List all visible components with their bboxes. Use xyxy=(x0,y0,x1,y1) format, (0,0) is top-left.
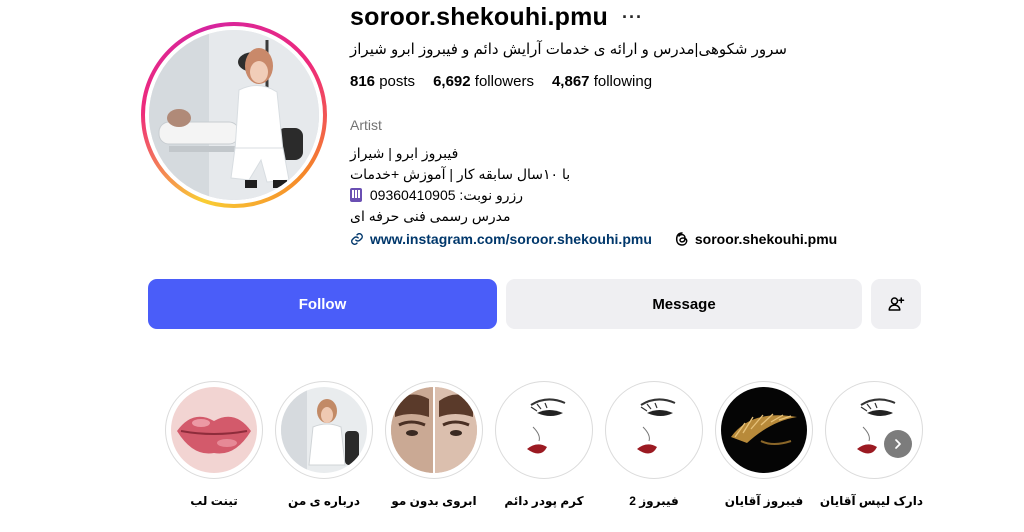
website-link[interactable]: www.instagram.com/soroor.shekouhi.pmu xyxy=(350,231,652,247)
avatar-photo xyxy=(149,30,319,200)
full-name: سرور شکوهی|مدرس و ارائه ی خدمات آرایش دا… xyxy=(350,41,787,58)
highlight-cover xyxy=(831,387,917,473)
face-sketch-icon xyxy=(831,387,917,473)
highlight-label: فیبروز 2 xyxy=(629,494,679,508)
highlight-label: تینت لب xyxy=(190,494,238,508)
phone-emoji-icon xyxy=(350,188,362,202)
more-options-icon[interactable]: ··· xyxy=(622,7,643,28)
highlight-item[interactable]: تینت لب xyxy=(165,381,263,508)
highlight-ring xyxy=(825,381,923,479)
threads-link[interactable]: soroor.shekouhi.pmu xyxy=(674,231,837,247)
chevron-right-icon xyxy=(895,439,901,449)
highlight-cover xyxy=(391,387,477,473)
gold-brow-icon xyxy=(721,387,807,473)
highlight-item[interactable]: فیبروز آقایان xyxy=(715,381,813,508)
highlight-item[interactable]: درباره ی من xyxy=(275,381,373,508)
username: soroor.shekouhi.pmu xyxy=(350,2,608,31)
bio-line: فیبروز ابرو | شیراز xyxy=(350,145,459,161)
highlight-item[interactable]: فیبروز 2 xyxy=(605,381,703,508)
profile-avatar[interactable] xyxy=(141,22,327,208)
phone-text: رزرو نوبت: 09360410905 xyxy=(369,187,524,203)
person-add-icon xyxy=(888,297,905,311)
story-highlights: تینت لب درباره ی من ابروی بدون مو کرم پو… xyxy=(160,381,930,526)
highlight-ring xyxy=(605,381,703,479)
highlight-ring xyxy=(495,381,593,479)
bio-line: مدرس رسمی فنی حرفه ای xyxy=(350,208,511,224)
highlight-cover xyxy=(281,387,367,473)
highlight-item[interactable]: ابروی بدون مو xyxy=(385,381,483,508)
following-label: following xyxy=(593,73,653,90)
username-row: soroor.shekouhi.pmu ··· xyxy=(350,2,643,32)
profile-stats: 816 posts 6,692 followers 4,867 followin… xyxy=(350,73,652,90)
message-button[interactable]: Message xyxy=(506,279,862,329)
link-icon xyxy=(351,233,363,245)
posts-stat[interactable]: 816 posts xyxy=(350,73,415,90)
bio-line: با ۱۰سال سابقه کار | آموزش +خدمات xyxy=(350,166,571,182)
highlight-ring xyxy=(385,381,483,479)
lips-photo-icon xyxy=(171,387,257,473)
face-sketch-icon xyxy=(611,387,697,473)
highlight-label: درباره ی من xyxy=(288,494,360,508)
posts-label: posts xyxy=(379,73,416,90)
website-text: www.instagram.com/soroor.shekouhi.pmu xyxy=(370,231,652,247)
bio-line-phone: رزرو نوبت: 09360410905 xyxy=(350,185,570,206)
threads-handle: soroor.shekouhi.pmu xyxy=(694,231,838,247)
follow-button[interactable]: Follow xyxy=(148,279,497,329)
avatar-illustration xyxy=(149,30,319,200)
following-count: 4,867 xyxy=(551,73,590,90)
followers-stat[interactable]: 6,692 followers xyxy=(433,73,534,90)
highlight-cover xyxy=(171,387,257,473)
highlight-label: کرم پودر دائم xyxy=(504,494,584,508)
highlight-ring xyxy=(165,381,263,479)
highlight-cover xyxy=(721,387,807,473)
followers-label: followers xyxy=(474,73,534,90)
highlight-cover xyxy=(611,387,697,473)
following-stat[interactable]: 4,867 following xyxy=(552,73,652,90)
bio: فیبروز ابرو | شیراز با ۱۰سال سابقه کار |… xyxy=(350,143,570,227)
highlight-label: ابروی بدون مو xyxy=(391,494,477,508)
posts-count: 816 xyxy=(350,73,376,90)
highlight-ring xyxy=(275,381,373,479)
avatar-border xyxy=(145,26,323,204)
profile-category: Artist xyxy=(350,117,382,133)
followers-count: 6,692 xyxy=(433,73,471,90)
highlight-label: دارک لیپس آقایان xyxy=(819,494,923,508)
highlight-cover xyxy=(501,387,587,473)
face-photo-icon xyxy=(391,387,477,473)
face-sketch-icon xyxy=(501,387,587,473)
links-row: www.instagram.com/soroor.shekouhi.pmu so… xyxy=(350,231,837,247)
highlight-item[interactable]: کرم پودر دائم xyxy=(495,381,593,508)
portrait-photo-icon xyxy=(281,387,367,473)
suggested-accounts-button[interactable] xyxy=(871,279,921,329)
highlight-ring xyxy=(715,381,813,479)
highlights-next-button[interactable] xyxy=(884,430,912,458)
highlight-label: فیبروز آقایان xyxy=(724,494,804,508)
threads-icon xyxy=(675,232,688,246)
